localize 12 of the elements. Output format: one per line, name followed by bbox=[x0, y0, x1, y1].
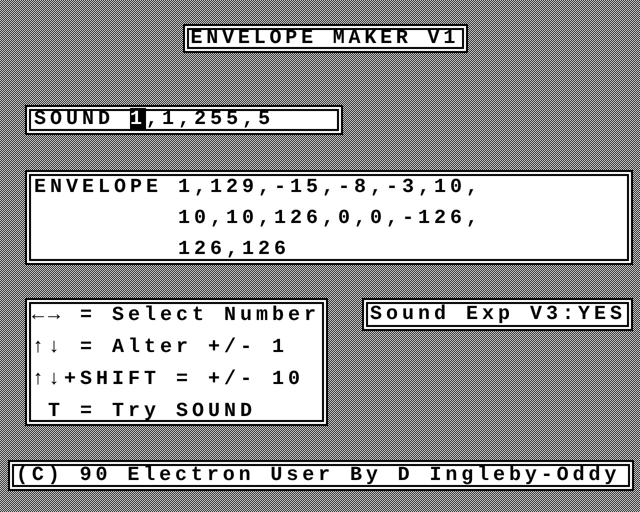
key-help-line: ↑↓ = Alter +/- 1 bbox=[32, 335, 290, 361]
credits-text: (C) 90 Electron User By D Ingleby-Oddy bbox=[16, 463, 622, 489]
envelope-keyword: ENVELOPE bbox=[34, 175, 164, 201]
key-help-line: ←→ = Select Number bbox=[32, 303, 321, 329]
key-help-line: ↑↓+SHIFT = +/- 10 bbox=[32, 367, 306, 393]
envelope-values: 10,10,126,0,0,-126, bbox=[178, 206, 482, 232]
key-help-line: T = Try SOUND bbox=[47, 399, 258, 425]
app-title: ENVELOPE MAKER V1 bbox=[190, 27, 460, 50]
envelope-values: 126,126 bbox=[178, 237, 292, 263]
sound-exp-status: Sound Exp V3:YES bbox=[370, 302, 625, 328]
sound-statement: SOUND 1,1,255,5 bbox=[34, 107, 276, 133]
envelope-values: 1,129,-15,-8,-3,10, bbox=[178, 175, 482, 201]
